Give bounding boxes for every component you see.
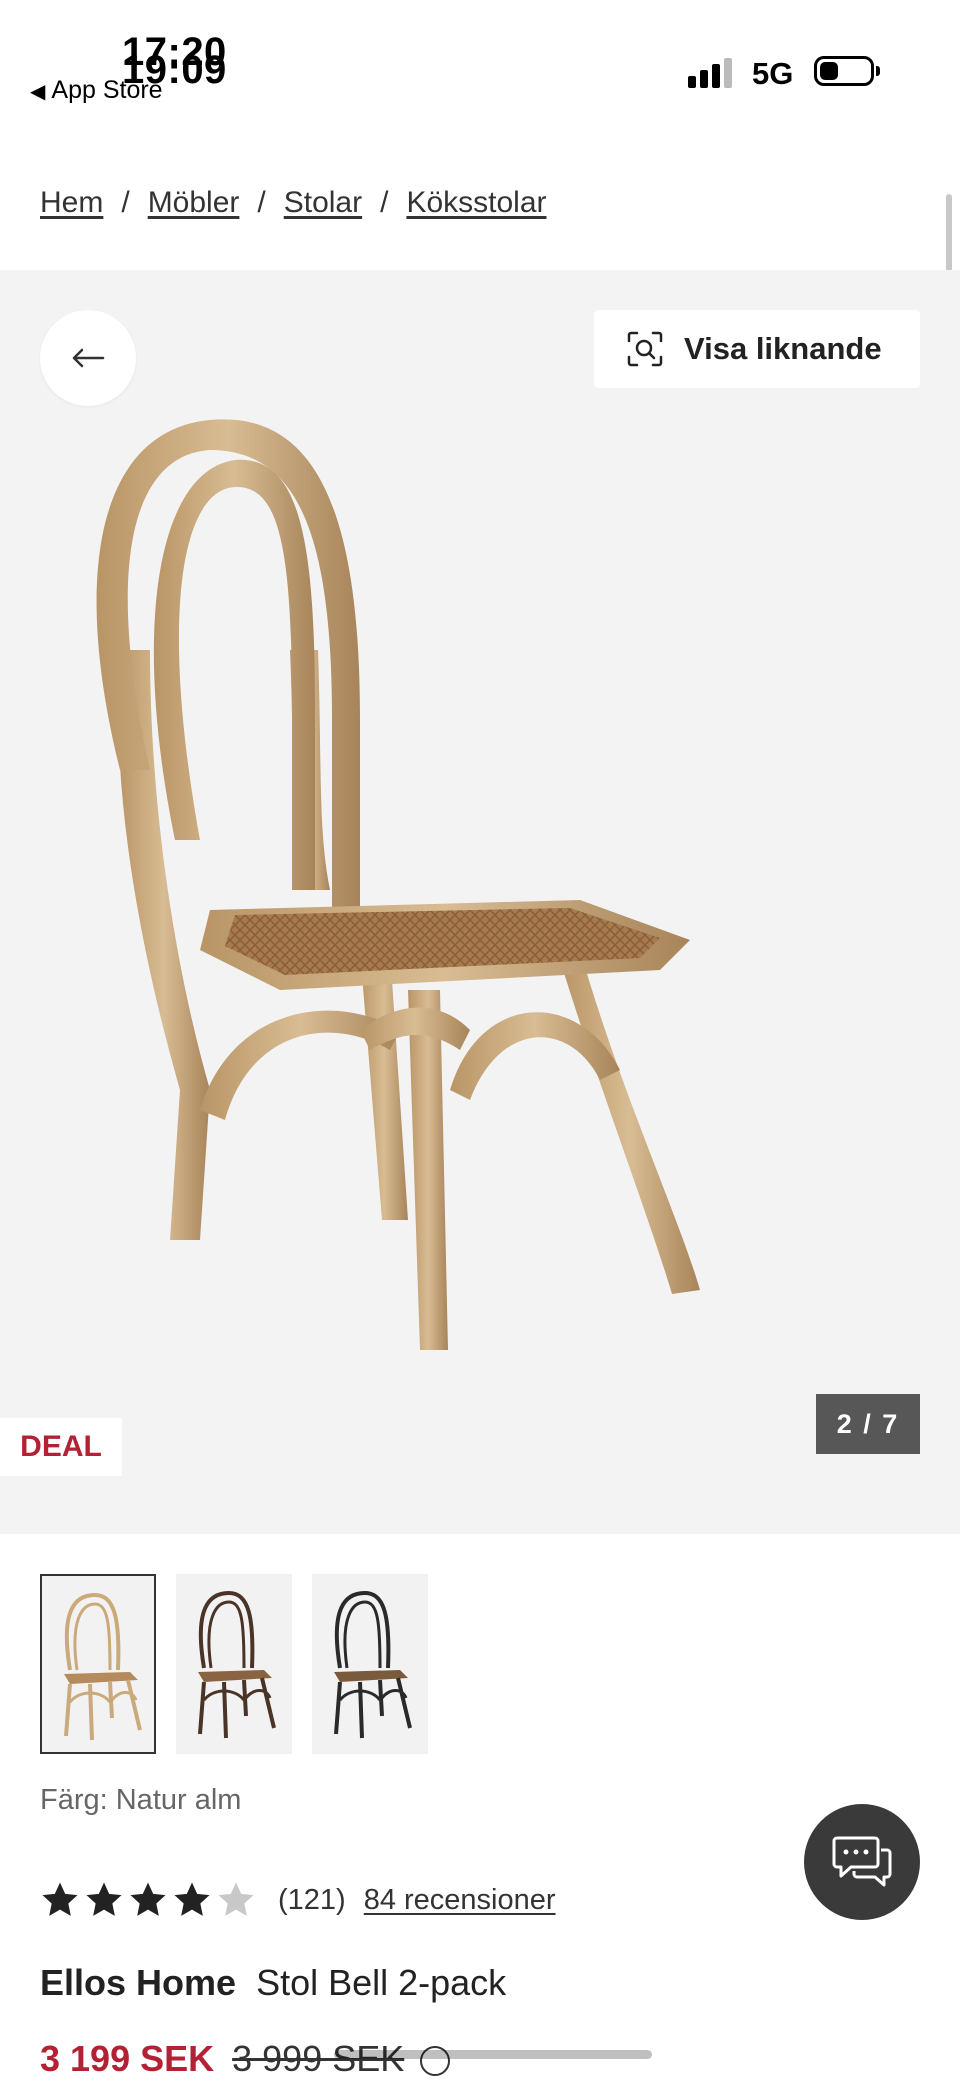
battery-tip: [876, 66, 880, 76]
product-page: 17:20 19:09 ◀ App Store 5G Hem / Möbler / Sto…: [0, 0, 960, 2081]
home-indicator: [334, 2050, 652, 2059]
back-to-app-store[interactable]: ◀ App Store: [30, 76, 163, 105]
breadcrumb-separator: /: [380, 186, 389, 219]
breadcrumb-separator: /: [121, 186, 130, 219]
product-name: Stol Bell 2-pack: [256, 1962, 507, 2003]
breadcrumb-item-koksstolar[interactable]: Köksstolar: [406, 186, 546, 219]
color-label: Färg: Natur alm: [40, 1784, 242, 1816]
star-filled-icon: [86, 1882, 122, 1916]
breadcrumb-item-mobler[interactable]: Möbler: [148, 186, 240, 219]
chair-thumbnail-natural: [64, 1592, 142, 1741]
show-similar-button[interactable]: Visa liknande: [594, 310, 920, 388]
deal-badge: DEAL: [0, 1418, 122, 1476]
star-empty-icon: [218, 1882, 254, 1916]
rating-row[interactable]: (121) 84 recensioner: [40, 1880, 556, 1920]
chair-thumbnail-black: [334, 1590, 412, 1739]
thumbnail-dark-brown[interactable]: [176, 1574, 292, 1754]
signal-icon: [688, 58, 734, 88]
network-label: 5G: [752, 56, 794, 91]
price-row: 3 199 SEK 3 999 SEK: [40, 2038, 451, 2080]
chair-thumbnail-dark-brown: [198, 1590, 276, 1739]
breadcrumb-separator: /: [257, 186, 266, 219]
star-rating: [40, 1880, 260, 1920]
battery-icon: [814, 56, 874, 86]
star-filled-icon: [42, 1882, 78, 1916]
show-similar-label: Visa liknande: [684, 331, 882, 366]
status-bar: 17:20 19:09 ◀ App Store 5G: [0, 0, 960, 120]
current-price: 3 199 SEK: [40, 2038, 215, 2079]
visual-search-icon: [627, 331, 663, 367]
reviews-link[interactable]: 84 recensioner: [364, 1884, 556, 1917]
breadcrumb-item-stolar[interactable]: Stolar: [284, 186, 362, 219]
rating-count: (121): [278, 1883, 346, 1916]
product-brand: Ellos Home: [40, 1962, 237, 2003]
star-filled-icon: [174, 1882, 210, 1916]
breadcrumb: Hem / Möbler / Stolar / Köksstolar: [40, 186, 547, 220]
chat-button[interactable]: [804, 1804, 920, 1920]
chat-bubble-icon: [832, 1836, 892, 1887]
product-image-chair: [96, 419, 700, 1350]
thumbnail-natural[interactable]: [40, 1574, 156, 1754]
product-title: Ellos Home Stol Bell 2-pack: [40, 1962, 506, 2004]
back-triangle-icon: ◀: [30, 81, 46, 103]
back-app-label: App Store: [51, 76, 163, 104]
thumbnail-black[interactable]: [312, 1574, 428, 1754]
product-image-gallery[interactable]: Visa liknande 2 / 7 DEAL: [0, 270, 960, 1534]
image-counter: 2 / 7: [816, 1394, 920, 1454]
breadcrumb-item-hem[interactable]: Hem: [40, 186, 103, 219]
star-filled-icon: [130, 1882, 166, 1916]
arrow-left-icon: [72, 348, 105, 368]
